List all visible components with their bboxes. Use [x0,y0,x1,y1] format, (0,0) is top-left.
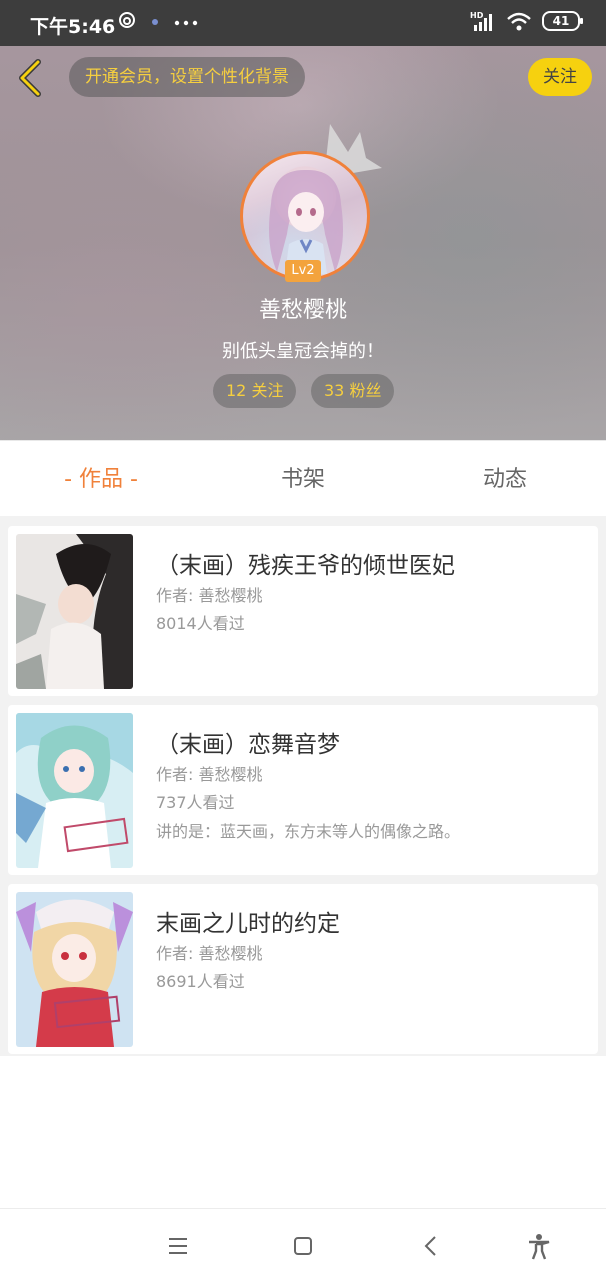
vip-background-prompt[interactable]: 开通会员，设置个性化背景 [69,57,305,97]
back-icon[interactable] [416,1231,446,1261]
tab-activity[interactable]: 动态 [434,441,576,517]
username: 善愁樱桃 [258,298,347,323]
profile-header: 开通会员，设置个性化背景 关注 Lv2 善愁樱桃 别低头皇冠会掉的！ 12 关注… [0,46,606,440]
work-author: 作者: 善愁樱桃 [156,944,263,963]
work-cover-image [16,713,133,868]
work-author: 作者: 善愁樱桃 [156,586,263,605]
signal-icon: HD [470,11,492,31]
work-card[interactable]: 末画之儿时的约定 作者: 善愁樱桃 8691人看过 [8,884,598,1054]
avatar-illustration [269,169,343,274]
work-views: 737人看过 [156,793,235,812]
svg-text:HD: HD [470,11,484,20]
work-views: 8691人看过 [156,972,245,991]
work-title: 末画之儿时的约定 [156,911,340,937]
tab-works[interactable]: - 作品 - [30,441,172,517]
accessibility-icon[interactable] [524,1231,554,1261]
user-bio: 别低头皇冠会掉的！ [222,341,384,362]
work-author: 作者: 善愁樱桃 [156,765,263,784]
more-dots-icon [174,20,198,26]
home-icon[interactable] [288,1231,318,1261]
wifi-icon [507,12,531,31]
status-time: 下午5:46 [30,16,116,38]
work-card[interactable]: （末画）残疾王爷的倾世医妃 作者: 善愁樱桃 8014人看过 [8,526,598,696]
followers-count[interactable]: 33 粉丝 [311,374,395,408]
following-count[interactable]: 12 关注 [213,374,297,408]
music-icon [119,12,135,28]
tab-bookshelf[interactable]: 书架 [232,441,374,517]
level-badge: Lv2 [285,260,321,282]
menu-icon[interactable] [163,1231,193,1261]
system-nav-bar [0,1208,606,1281]
follow-button[interactable]: 关注 [528,58,592,96]
app-notification-icon [152,19,158,25]
work-cover-image [16,534,133,689]
work-cover-image [16,892,133,1047]
status-bar: 下午5:46 HD 41 [0,0,606,46]
work-title: （末画）恋舞音梦 [156,732,340,758]
work-card[interactable]: （末画）恋舞音梦 作者: 善愁樱桃 737人看过 讲的是：蓝天画，东方末等人的偶… [8,705,598,875]
back-chevron-icon[interactable] [10,56,50,100]
work-description: 讲的是：蓝天画，东方末等人的偶像之路。 [156,822,461,841]
work-views: 8014人看过 [156,614,245,633]
work-title: （末画）残疾王爷的倾世医妃 [156,553,455,579]
profile-tabs: - 作品 - 书架 动态 [0,440,606,517]
battery-indicator: 41 [542,11,583,31]
